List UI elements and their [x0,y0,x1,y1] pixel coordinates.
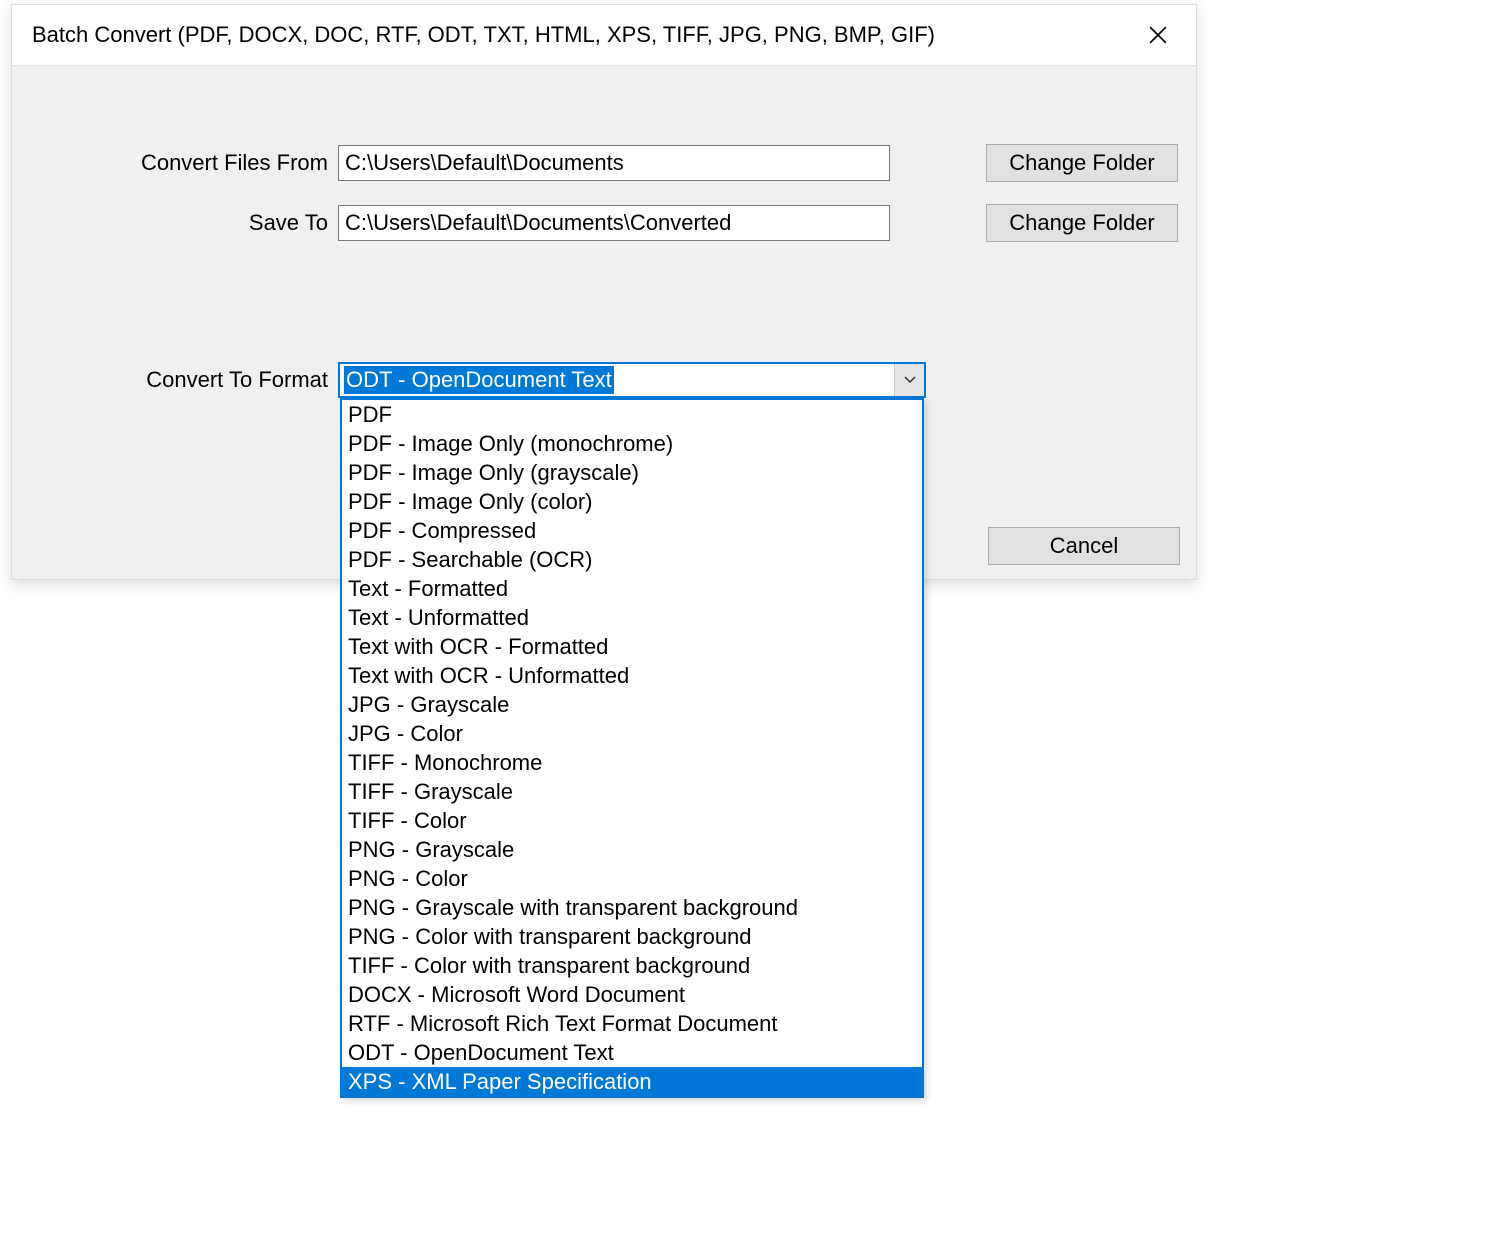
dialog-body: Convert Files From Change Folder Save To… [12,65,1196,579]
format-option[interactable]: PNG - Grayscale with transparent backgro… [342,893,922,922]
format-combo-value: ODT - OpenDocument Text [344,366,614,394]
input-convert-from[interactable] [338,145,890,181]
format-combo-arrow[interactable] [894,364,924,396]
format-option[interactable]: DOCX - Microsoft Word Document [342,980,922,1009]
format-option[interactable]: Text with OCR - Formatted [342,632,922,661]
close-button[interactable] [1136,13,1180,57]
dialog-footer: Cancel [988,527,1180,565]
cancel-button[interactable]: Cancel [988,527,1180,565]
titlebar: Batch Convert (PDF, DOCX, DOC, RTF, ODT,… [12,5,1196,65]
row-convert-from: Convert Files From Change Folder [12,144,1196,182]
format-option[interactable]: ODT - OpenDocument Text [342,1038,922,1067]
row-save-to: Save To Change Folder [12,204,1196,242]
format-option[interactable]: JPG - Color [342,719,922,748]
format-option[interactable]: PDF - Image Only (grayscale) [342,458,922,487]
format-option[interactable]: Text with OCR - Unformatted [342,661,922,690]
format-option[interactable]: PDF - Image Only (color) [342,487,922,516]
format-combo-selected: ODT - OpenDocument Text [340,364,894,396]
row-convert-format: Convert To Format ODT - OpenDocument Tex… [12,362,1196,398]
batch-convert-dialog: Batch Convert (PDF, DOCX, DOC, RTF, ODT,… [11,4,1197,580]
label-save-to: Save To [12,210,338,236]
change-folder-from-button[interactable]: Change Folder [986,144,1178,182]
format-option[interactable]: PNG - Color [342,864,922,893]
format-option[interactable]: RTF - Microsoft Rich Text Format Documen… [342,1009,922,1038]
input-save-to[interactable] [338,205,890,241]
change-folder-saveto-button[interactable]: Change Folder [986,204,1178,242]
format-option[interactable]: PDF - Searchable (OCR) [342,545,922,574]
format-option[interactable]: PNG - Color with transparent background [342,922,922,951]
format-combo-wrap: ODT - OpenDocument Text PDFPDF - Image O… [338,362,926,398]
format-combobox[interactable]: ODT - OpenDocument Text [338,362,926,398]
format-option[interactable]: PDF - Compressed [342,516,922,545]
format-option[interactable]: XPS - XML Paper Specification [342,1067,922,1096]
format-option[interactable]: TIFF - Color with transparent background [342,951,922,980]
chevron-down-icon [904,376,916,384]
format-option[interactable]: TIFF - Color [342,806,922,835]
format-option[interactable]: JPG - Grayscale [342,690,922,719]
format-option[interactable]: TIFF - Monochrome [342,748,922,777]
format-option[interactable]: Text - Formatted [342,574,922,603]
format-option[interactable]: TIFF - Grayscale [342,777,922,806]
format-option[interactable]: Text - Unformatted [342,603,922,632]
label-convert-from: Convert Files From [12,150,338,176]
close-icon [1149,26,1167,44]
format-option[interactable]: PDF - Image Only (monochrome) [342,429,922,458]
format-dropdown-list[interactable]: PDFPDF - Image Only (monochrome)PDF - Im… [340,398,924,1098]
dialog-title: Batch Convert (PDF, DOCX, DOC, RTF, ODT,… [32,22,935,48]
section-gap [12,264,1196,362]
label-convert-format: Convert To Format [12,367,338,393]
format-option[interactable]: PDF [342,400,922,429]
format-option[interactable]: PNG - Grayscale [342,835,922,864]
